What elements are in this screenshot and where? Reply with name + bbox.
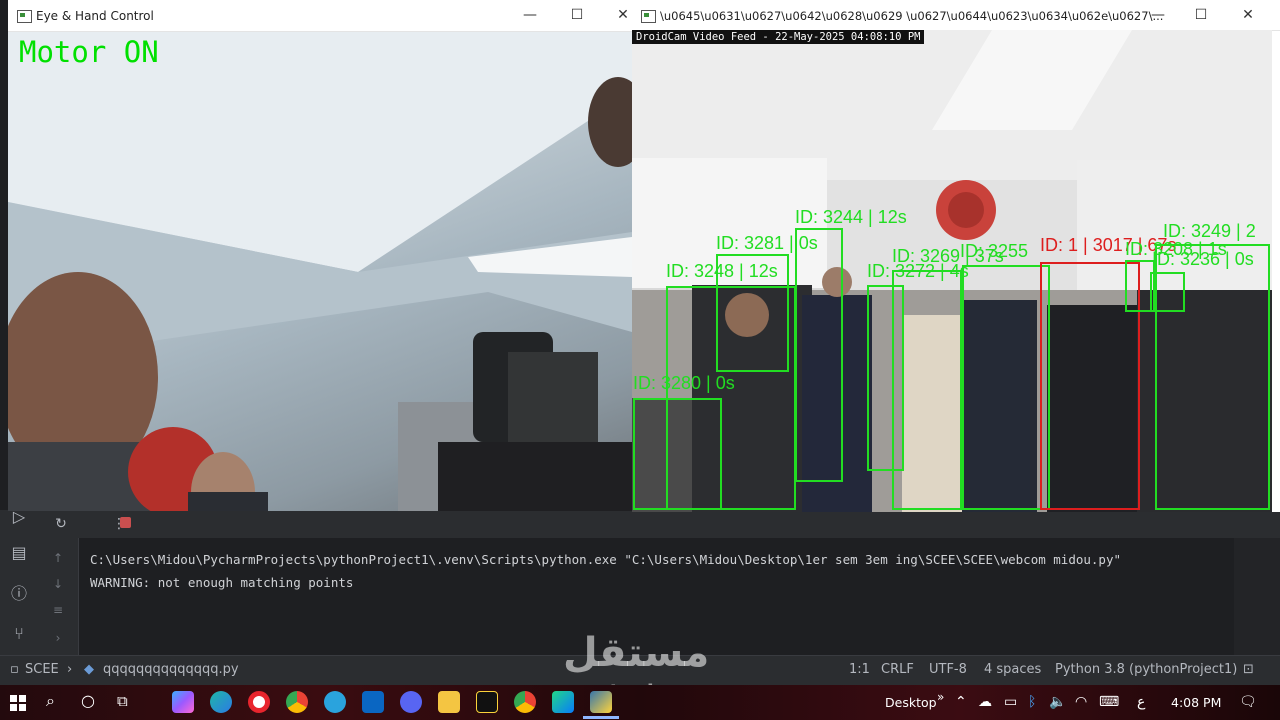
- terminal-icon[interactable]: ▤: [8, 542, 30, 564]
- maximize-button[interactable]: ☐: [568, 6, 586, 24]
- scroll-up-icon[interactable]: ↑: [50, 550, 66, 566]
- windows-taskbar: ⌕ ○ ⧉ Desktop » ⌃ ☁ ▭ ᛒ 🔈 ◠ ⌨ ع 4:08 PM …: [0, 685, 1280, 720]
- eye-hand-control-window: Eye & Hand Control — ☐ ✕ Motor ON: [8, 0, 632, 511]
- python-icon[interactable]: [590, 691, 612, 713]
- jetbrains-icon[interactable]: [476, 691, 498, 713]
- detection-label: ID: 3280 | 0s: [633, 373, 735, 393]
- wifi-icon[interactable]: ◠: [1075, 694, 1087, 710]
- detection-box: [1155, 244, 1270, 510]
- chrome-icon[interactable]: [286, 691, 308, 713]
- keyboard-icon[interactable]: ⌨: [1099, 694, 1119, 710]
- edge-icon[interactable]: [210, 691, 232, 713]
- toolbar-expand-icon[interactable]: »: [937, 689, 944, 705]
- maximize-button[interactable]: ☐: [1192, 6, 1210, 24]
- detection-box: [892, 270, 962, 510]
- file-explorer-icon[interactable]: [438, 691, 460, 713]
- active-app-indicator: [583, 716, 619, 719]
- scroll-down-icon[interactable]: ↓: [50, 576, 66, 592]
- detection-box: [633, 398, 722, 510]
- detection-box: [795, 228, 843, 482]
- git-icon[interactable]: ⑂: [8, 623, 30, 645]
- console-line-command: C:\Users\Midou\PycharmProjects\pythonPro…: [90, 552, 1122, 567]
- close-button[interactable]: ✕: [1239, 6, 1257, 24]
- breadcrumb-file[interactable]: qqqqqqqqqqqqqq.py: [103, 662, 239, 677]
- opencv-window-icon: [641, 10, 656, 23]
- clock-time[interactable]: 4:08 PM: [1171, 695, 1221, 710]
- detection-box: [962, 265, 1050, 510]
- copilot-icon[interactable]: [172, 691, 194, 713]
- volume-icon[interactable]: 🔈: [1049, 694, 1066, 710]
- desktop-toolbar-label[interactable]: Desktop: [885, 695, 937, 710]
- bluetooth-icon[interactable]: ᛒ: [1028, 694, 1036, 710]
- pycharm-icon[interactable]: [552, 691, 574, 713]
- close-button[interactable]: ✕: [614, 6, 632, 24]
- linkedin-icon[interactable]: [362, 691, 384, 713]
- detection-label: ID: 3255: [960, 241, 1029, 261]
- opera-icon[interactable]: [248, 691, 270, 713]
- line-ending[interactable]: CRLF: [881, 662, 914, 677]
- detection-label: ID: 3248 | 12s: [666, 261, 778, 281]
- run-toolbar: ↻ ⋮: [38, 510, 1280, 538]
- input-language[interactable]: ع: [1137, 694, 1145, 710]
- rerun-icon[interactable]: ↻: [52, 515, 70, 533]
- discord-icon[interactable]: [400, 691, 422, 713]
- task-view-icon[interactable]: ⧉: [117, 693, 128, 709]
- soft-wrap-icon[interactable]: ≡: [50, 602, 66, 618]
- python-interpreter[interactable]: Python 3.8 (pythonProject1): [1055, 662, 1237, 677]
- minimize-button[interactable]: —: [521, 6, 539, 24]
- console-line-warning: WARNING: not enough matching points: [90, 575, 354, 590]
- minimize-button[interactable]: —: [1149, 6, 1167, 24]
- video-timestamp: DroidCam Video Feed - 22-May-2025 04:08:…: [632, 30, 925, 44]
- more-options-icon[interactable]: ⋮: [110, 515, 128, 533]
- file-encoding[interactable]: UTF-8: [929, 662, 967, 677]
- lock-icon[interactable]: ⊡: [1243, 662, 1254, 677]
- telegram-icon[interactable]: [324, 691, 346, 713]
- eye-hand-titlebar[interactable]: Eye & Hand Control — ☐ ✕: [8, 0, 632, 32]
- tray-overflow-icon[interactable]: ⌃: [955, 694, 967, 710]
- opencv-window-icon: [17, 10, 32, 23]
- weather-icon[interactable]: ☁: [978, 694, 992, 710]
- expand-icon[interactable]: ›: [50, 630, 66, 646]
- python-file-icon: ◆: [84, 662, 94, 677]
- motor-status-overlay: Motor ON: [19, 35, 159, 69]
- chrome-profile-icon[interactable]: [514, 691, 536, 713]
- surveillance-titlebar[interactable]: \u0645\u0631\u0627\u0642\u0628\u0629 \u0…: [632, 0, 1280, 31]
- detection-label: ID: 3244 | 12s: [795, 207, 907, 227]
- breadcrumb-chevron-icon: ›: [67, 662, 73, 677]
- watermark-arabic: مستقل: [563, 630, 710, 676]
- project-icon: ▫: [10, 662, 19, 677]
- webcam-feed: Motor ON: [8, 32, 632, 511]
- breadcrumb-project[interactable]: SCEE: [25, 662, 59, 677]
- cortana-icon[interactable]: ○: [81, 693, 95, 709]
- console-scroll-area: [1234, 538, 1280, 663]
- detection-label: ID: 3249 | 2: [1163, 221, 1256, 241]
- cursor-position[interactable]: 1:1: [849, 662, 870, 677]
- search-icon[interactable]: ⌕: [46, 693, 55, 709]
- webcam-scene: [8, 32, 632, 511]
- eye-hand-window-title: Eye & Hand Control: [36, 9, 154, 23]
- notification-icon[interactable]: 🗨: [1239, 694, 1257, 710]
- problems-icon[interactable]: ⓘ: [8, 583, 30, 605]
- windows-start-icon[interactable]: [10, 695, 26, 711]
- battery-icon[interactable]: ▭: [1004, 694, 1017, 710]
- surveillance-window: \u0645\u0631\u0627\u0642\u0628\u0629 \u0…: [632, 0, 1280, 512]
- indent-setting[interactable]: 4 spaces: [984, 662, 1041, 677]
- surveillance-window-title: \u0645\u0631\u0627\u0642\u0628\u0629 \u0…: [660, 9, 1164, 23]
